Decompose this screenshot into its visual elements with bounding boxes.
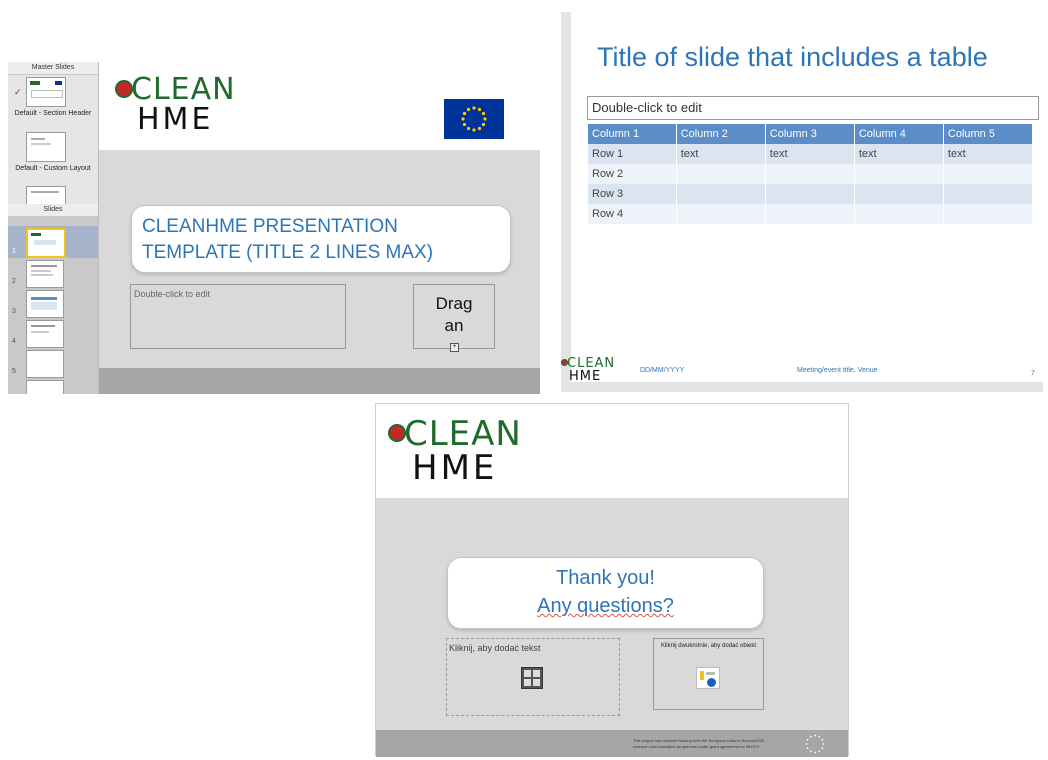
editor-window: Master Slides ✓ Default - Section Header… bbox=[8, 62, 540, 394]
table-cell: text bbox=[676, 144, 766, 164]
table-cell bbox=[854, 204, 944, 224]
logo-hme-text: HME bbox=[137, 102, 214, 137]
slide-body: Thank you! Any questions? Kliknij, aby d… bbox=[376, 498, 848, 730]
title-placeholder[interactable]: Thank you! Any questions? bbox=[447, 557, 764, 629]
master-thumb-section-header[interactable] bbox=[26, 77, 66, 107]
table-cell bbox=[765, 184, 855, 204]
table-header-row: Column 1 Column 2 Column 3 Column 4 Colu… bbox=[588, 124, 1034, 144]
master-thumb-custom-layout[interactable] bbox=[26, 132, 66, 162]
slide-footer-band bbox=[99, 368, 540, 394]
slide-thumb-2[interactable] bbox=[26, 260, 64, 288]
column-header: Column 3 bbox=[765, 124, 855, 144]
master-slides-header: Master Slides bbox=[8, 62, 98, 75]
slide-header-band: CLEAN HME bbox=[376, 404, 848, 498]
cleanhme-logo: CLEAN HME bbox=[113, 72, 235, 142]
edit-placeholder[interactable]: Double-click to edit bbox=[587, 96, 1039, 120]
thanks-line1: Thank you! bbox=[556, 567, 655, 589]
funding-line2: research and innovation programme under … bbox=[633, 744, 760, 749]
object-placeholder[interactable]: Kliknij dwukrotnie, aby dodać obiekt bbox=[653, 638, 764, 710]
thank-you-slide: CLEAN HME Thank you! Any questions? Klik… bbox=[375, 403, 849, 757]
footer-page-number: 7 bbox=[1031, 370, 1035, 377]
checkmark-icon: ✓ bbox=[14, 87, 22, 97]
footer-event: Meeting/event title, Venue bbox=[797, 367, 878, 374]
slide-thumb-3[interactable] bbox=[26, 290, 64, 318]
slide-header-band: CLEAN HME bbox=[99, 62, 540, 150]
slide-thumb-1[interactable] bbox=[26, 228, 66, 258]
logo-hme-text: HME bbox=[569, 369, 602, 384]
slide-thumb-4[interactable] bbox=[26, 320, 64, 348]
table-row: Row 3 bbox=[588, 184, 1034, 204]
object-placeholder-line1: Drag bbox=[435, 294, 473, 313]
eu-flag-icon bbox=[444, 99, 504, 139]
insert-content-icon[interactable] bbox=[521, 667, 543, 689]
object-placeholder[interactable]: Drag an + bbox=[413, 284, 495, 352]
table-row: Row 4 bbox=[588, 204, 1034, 224]
table-cell bbox=[676, 204, 766, 224]
slide-title-line2: TEMPLATE (TITLE 2 LINES MAX) bbox=[142, 242, 434, 263]
slide-thumb-5[interactable] bbox=[26, 350, 64, 378]
footer-date: DD/MM/YYYY bbox=[640, 367, 685, 374]
cleanhme-logo: CLEAN HME bbox=[386, 412, 536, 492]
table-row: Row 1 text text text text bbox=[588, 144, 1034, 164]
table-cell bbox=[854, 164, 944, 184]
column-header: Column 5 bbox=[943, 124, 1034, 144]
table-cell: text bbox=[765, 144, 855, 164]
column-header: Column 1 bbox=[588, 124, 677, 144]
table-cell bbox=[943, 164, 1034, 184]
slide-number: 1 bbox=[12, 248, 16, 255]
column-header: Column 2 bbox=[676, 124, 766, 144]
slide-number: 3 bbox=[12, 308, 16, 315]
object-placeholder-line2: an bbox=[444, 316, 464, 335]
eu-stars-icon bbox=[804, 733, 826, 755]
object-placeholder-label: Kliknij dwukrotnie, aby dodać obiekt bbox=[660, 643, 757, 649]
table-cell bbox=[943, 204, 1034, 224]
table-cell: Row 1 bbox=[588, 144, 677, 164]
slides-header: Slides bbox=[8, 204, 98, 217]
slides-list: Slides 1 2 3 4 5 bbox=[8, 204, 98, 394]
table-cell: text bbox=[943, 144, 1034, 164]
table-cell bbox=[854, 184, 944, 204]
table-cell bbox=[943, 184, 1034, 204]
slide-sidebar: Master Slides ✓ Default - Section Header… bbox=[8, 62, 99, 394]
master-label-section-header: Default - Section Header bbox=[14, 110, 92, 117]
column-header: Column 4 bbox=[854, 124, 944, 144]
table-cell bbox=[765, 164, 855, 184]
table-cell: Row 2 bbox=[588, 164, 677, 184]
title-placeholder[interactable]: CLEANHME PRESENTATION TEMPLATE (TITLE 2 … bbox=[131, 205, 511, 273]
slide-number: 2 bbox=[12, 278, 16, 285]
table-cell bbox=[676, 164, 766, 184]
insert-object-icon[interactable] bbox=[696, 667, 720, 689]
table-cell: Row 4 bbox=[588, 204, 677, 224]
text-placeholder[interactable]: Double-click to edit bbox=[130, 284, 346, 349]
master-thumb-extra[interactable] bbox=[26, 186, 66, 206]
table-slide: Title of slide that includes a table Dou… bbox=[561, 12, 1043, 384]
funding-text: This project has received funding from t… bbox=[633, 738, 764, 750]
logo-hme-text: HME bbox=[412, 448, 498, 488]
insert-object-icon[interactable]: + bbox=[450, 343, 459, 352]
slide-thumb-6[interactable] bbox=[26, 380, 64, 394]
edit-placeholder-label: Double-click to edit bbox=[592, 100, 702, 115]
table-cell bbox=[676, 184, 766, 204]
thanks-line2: Any questions? bbox=[537, 595, 674, 617]
editor-slide-canvas: CLEAN HME CLEANHME PRESENTATION TEMPLATE… bbox=[99, 62, 540, 394]
table-cell bbox=[765, 204, 855, 224]
table-slide-window: Title of slide that includes a table Dou… bbox=[561, 12, 1043, 392]
slide-number: 4 bbox=[12, 338, 16, 345]
master-label-custom-layout: Default - Custom Layout bbox=[15, 165, 91, 172]
slide-title-line1: CLEANHME PRESENTATION bbox=[142, 216, 398, 237]
slide-number: 5 bbox=[12, 368, 16, 375]
text-placeholder-label: Double-click to edit bbox=[134, 289, 211, 299]
slide-footer-band: This project has received funding from t… bbox=[376, 730, 848, 757]
data-table: Column 1 Column 2 Column 3 Column 4 Colu… bbox=[588, 124, 1034, 224]
text-placeholder-label: Kliknij, aby dodać tekst bbox=[449, 643, 541, 653]
table-cell: text bbox=[854, 144, 944, 164]
table-row: Row 2 bbox=[588, 164, 1034, 184]
cleanhme-logo: CLEAN HME bbox=[561, 356, 621, 388]
slide-title: CLEANHME PRESENTATION TEMPLATE (TITLE 2 … bbox=[142, 214, 433, 266]
table-slide-title: Title of slide that includes a table bbox=[597, 42, 988, 72]
text-placeholder[interactable]: Kliknij, aby dodać tekst bbox=[446, 638, 620, 716]
table-cell: Row 3 bbox=[588, 184, 677, 204]
